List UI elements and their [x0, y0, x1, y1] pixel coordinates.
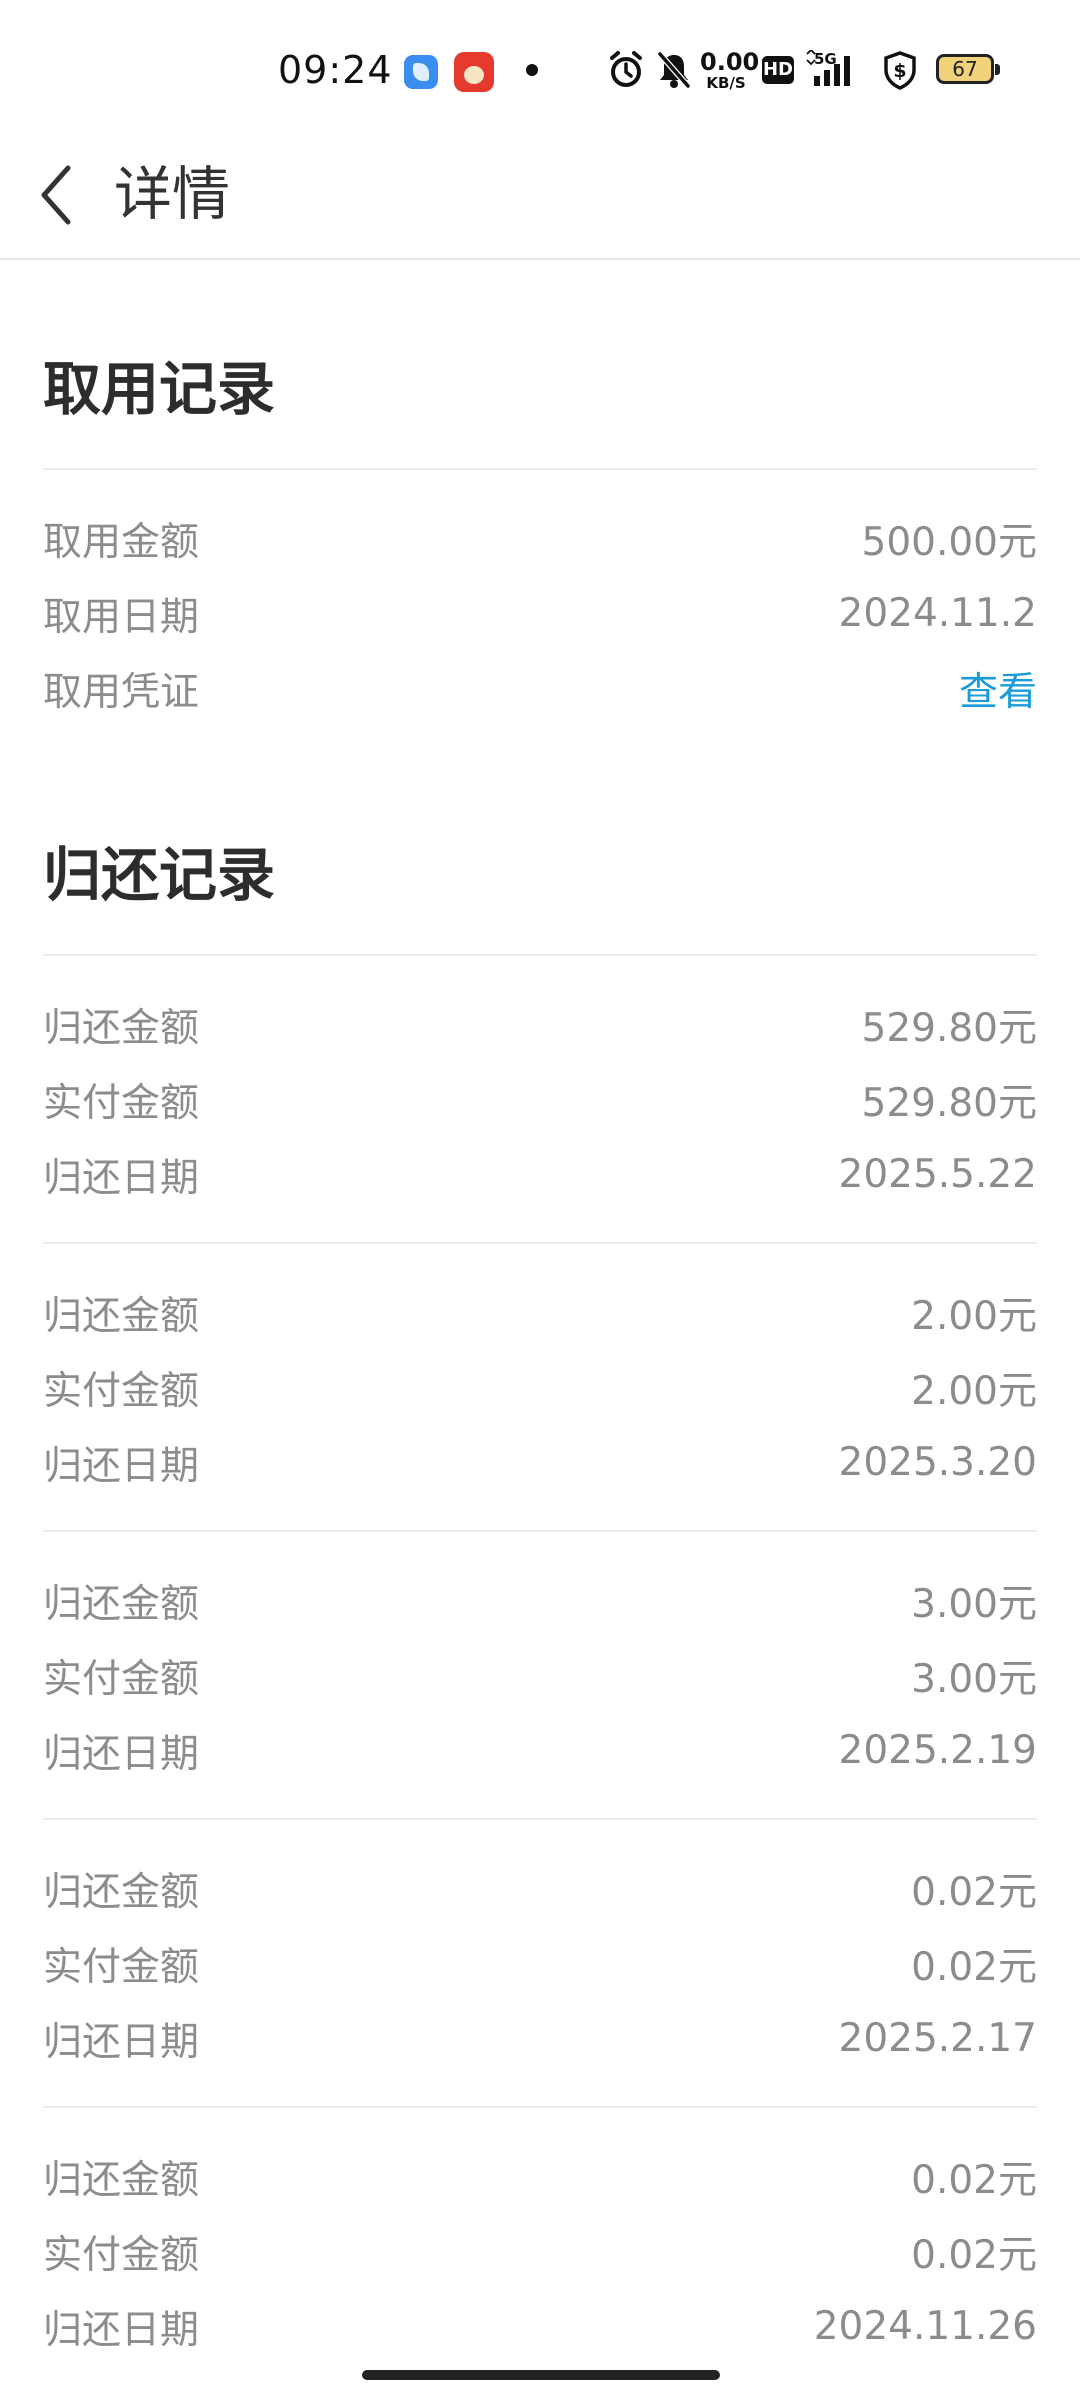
paid-amount-value: 0.02元	[911, 2232, 1037, 2278]
repay-record: 归还金额 529.80元 实付金额 529.80元 归还日期 2025.5.22	[0, 956, 1080, 1244]
paid-amount-row: 实付金额 529.80元	[43, 1062, 1037, 1137]
repay-amount-label: 归还金额	[43, 1005, 200, 1051]
withdraw-date-row: 取用日期 2024.11.2	[43, 576, 1037, 651]
repay-amount-row: 归还金额 3.00元	[43, 1563, 1037, 1638]
repay-amount-value: 3.00元	[911, 1581, 1037, 1627]
repay-section: 归还记录 归还金额 529.80元 实付金额 529.80元 归还日期 2025…	[0, 726, 1080, 2364]
hd-icon: HD	[762, 56, 794, 84]
repay-date-row: 归还日期 2025.2.19	[43, 1713, 1037, 1788]
repay-amount-label: 归还金额	[43, 1869, 200, 1915]
repay-date-row: 归还日期 2025.3.20	[43, 1425, 1037, 1500]
repay-amount-label: 归还金额	[43, 1581, 200, 1627]
repay-record: 归还金额 2.00元 实付金额 2.00元 归还日期 2025.3.20	[0, 1244, 1080, 1532]
repay-date-label: 归还日期	[43, 1731, 200, 1777]
paid-amount-value: 3.00元	[911, 1656, 1037, 1702]
repay-amount-row: 归还金额 0.02元	[43, 2139, 1037, 2214]
view-voucher-link[interactable]: 查看	[959, 661, 1037, 717]
paid-amount-row: 实付金额 0.02元	[43, 2214, 1037, 2289]
mute-icon	[657, 52, 691, 88]
repay-date-value: 2025.2.19	[838, 1728, 1038, 1773]
repay-date-row: 归还日期 2025.2.17	[43, 2001, 1037, 2076]
back-arrow-icon[interactable]	[34, 160, 78, 230]
signal-5g-icon: 5G	[806, 50, 850, 86]
notification-dot	[526, 64, 538, 76]
repay-date-value: 2025.3.20	[838, 1440, 1038, 1485]
battery-icon: 67	[936, 54, 1000, 84]
repay-date-row: 归还日期 2024.11.26	[43, 2289, 1037, 2364]
withdraw-section: 取用记录 取用金额 500.00元 取用日期 2024.11.2 取用凭证 查看	[0, 262, 1080, 726]
network-speed: 0.00 KB/S	[700, 48, 760, 92]
paid-amount-row: 实付金额 3.00元	[43, 1638, 1037, 1713]
paid-amount-value: 0.02元	[911, 1944, 1037, 1990]
repay-amount-value: 0.02元	[911, 1869, 1037, 1915]
withdraw-section-title: 取用记录	[43, 355, 276, 423]
paid-amount-label: 实付金额	[43, 1656, 200, 1702]
paid-amount-value: 529.80元	[861, 1080, 1037, 1126]
svg-text:5G: 5G	[814, 50, 837, 68]
repay-record: 归还金额 3.00元 实付金额 3.00元 归还日期 2025.2.19	[0, 1532, 1080, 1820]
repay-date-label: 归还日期	[43, 2307, 200, 2353]
repay-date-row: 归还日期 2025.5.22	[43, 1137, 1037, 1212]
repay-amount-value: 2.00元	[911, 1293, 1037, 1339]
paid-amount-label: 实付金额	[43, 2232, 200, 2278]
withdraw-date-label: 取用日期	[43, 594, 200, 640]
repay-amount-label: 归还金额	[43, 2157, 200, 2203]
repay-amount-value: 529.80元	[861, 1005, 1037, 1051]
repay-section-title: 归还记录	[43, 841, 276, 909]
app-icon-food	[454, 52, 494, 92]
paid-amount-label: 实付金额	[43, 1368, 200, 1414]
home-indicator[interactable]	[362, 2370, 720, 2380]
repay-date-value: 2024.11.26	[813, 2304, 1037, 2349]
paid-amount-row: 实付金额 2.00元	[43, 1350, 1037, 1425]
withdraw-voucher-label: 取用凭证	[43, 669, 200, 715]
withdraw-amount-value: 500.00元	[861, 519, 1037, 565]
page-title: 详情	[114, 160, 231, 228]
repay-date-value: 2025.2.17	[838, 2016, 1038, 2061]
alarm-icon	[610, 51, 642, 87]
app-icon-blue	[404, 55, 438, 89]
repay-date-label: 归还日期	[43, 1155, 200, 1201]
repay-amount-label: 归还金额	[43, 1293, 200, 1339]
withdraw-date-value: 2024.11.2	[838, 591, 1038, 636]
paid-amount-label: 实付金额	[43, 1944, 200, 1990]
svg-text:$: $	[893, 60, 906, 82]
status-bar: 09:24 0.00 KB/S HD 5G $ 67	[0, 0, 1080, 140]
repay-record: 归还金额 0.02元 实付金额 0.02元 归还日期 2024.11.26	[0, 2108, 1080, 2364]
repay-date-label: 归还日期	[43, 2019, 200, 2065]
repay-date-value: 2025.5.22	[838, 1152, 1038, 1197]
paid-amount-value: 2.00元	[911, 1368, 1037, 1414]
detail-content: 取用记录 取用金额 500.00元 取用日期 2024.11.2 取用凭证 查看…	[0, 262, 1080, 2364]
top-nav-bar: 详情	[0, 140, 1080, 260]
repay-amount-row: 归还金额 2.00元	[43, 1275, 1037, 1350]
shield-dollar-icon: $	[884, 51, 916, 90]
status-time: 09:24	[278, 48, 393, 92]
withdraw-voucher-row: 取用凭证 查看	[43, 651, 1037, 726]
repay-amount-value: 0.02元	[911, 2157, 1037, 2203]
withdraw-amount-row: 取用金额 500.00元	[43, 501, 1037, 576]
repay-amount-row: 归还金额 529.80元	[43, 987, 1037, 1062]
withdraw-amount-label: 取用金额	[43, 519, 200, 565]
repay-record: 归还金额 0.02元 实付金额 0.02元 归还日期 2025.2.17	[0, 1820, 1080, 2108]
paid-amount-row: 实付金额 0.02元	[43, 1926, 1037, 2001]
repay-date-label: 归还日期	[43, 1443, 200, 1489]
paid-amount-label: 实付金额	[43, 1080, 200, 1126]
repay-amount-row: 归还金额 0.02元	[43, 1851, 1037, 1926]
